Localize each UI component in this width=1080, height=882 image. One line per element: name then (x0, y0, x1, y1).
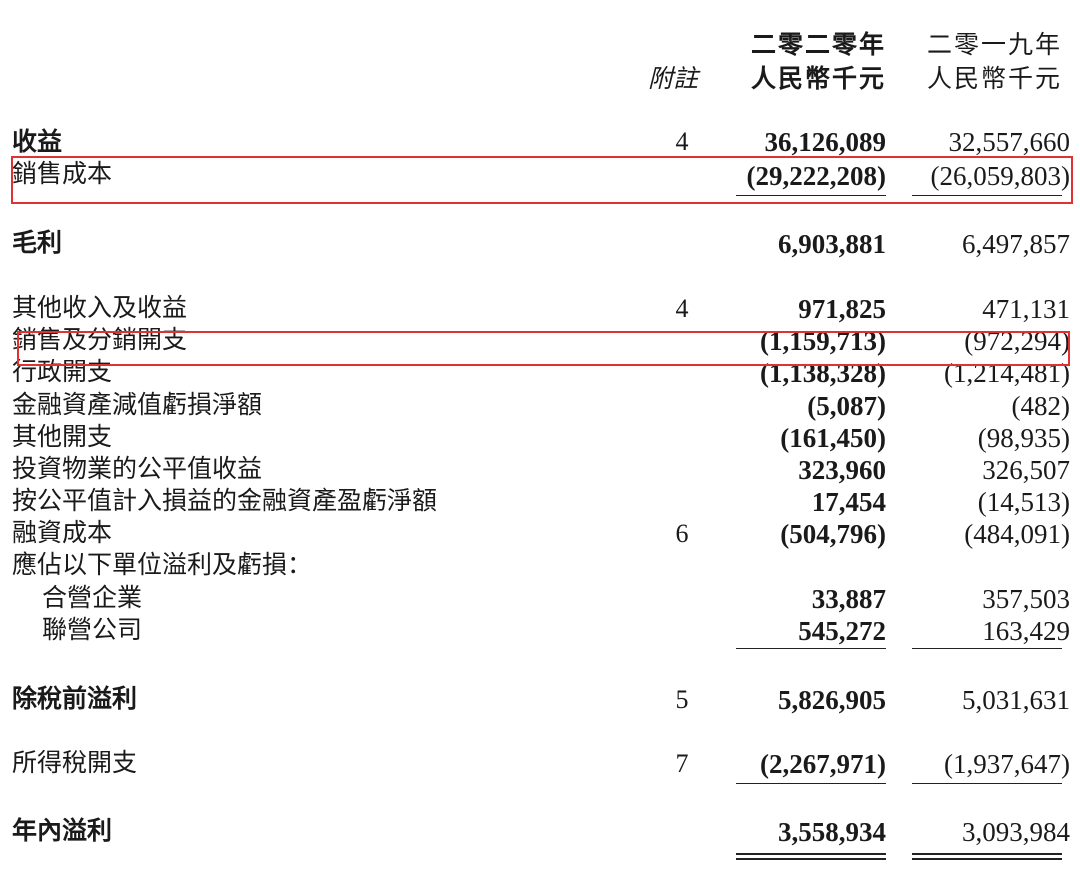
row-2019-other-income: 471,131 (982, 294, 1070, 324)
row-2019-investment-property-gain: 326,507 (982, 455, 1070, 485)
row-2019-joint-ventures: 357,503 (982, 584, 1070, 614)
row-2020-income-tax: (2,267,971) (760, 749, 886, 779)
row-2020-gross-profit: 6,903,881 (778, 229, 886, 259)
row-2020-finance-costs: (504,796) (780, 519, 886, 549)
row-2019-impairment: (482) (1011, 391, 1070, 421)
row-2019-other-expenses: (98,935) (977, 423, 1070, 453)
row-2019-profit-for-year: 3,093,984 (962, 817, 1070, 847)
row-2020-profit-before-tax: 5,826,905 (778, 685, 886, 715)
row-2019-income-tax: (1,937,647) (944, 749, 1070, 779)
total-double-rule-2019-top (912, 853, 1062, 855)
row-2019-gross-profit: 6,497,857 (962, 229, 1070, 259)
row-label-revenue: 收益 (12, 127, 63, 156)
row-label-associates: 聯營公司 (42, 615, 143, 644)
col-2019-unit-header: 人民幣千元 (926, 64, 1062, 93)
row-note-revenue: 4 (675, 127, 689, 156)
row-2019-finance-costs: (484,091) (964, 519, 1070, 549)
row-2020-other-income: 971,825 (798, 294, 886, 324)
highlight-box-cost-of-sales (11, 156, 1073, 204)
row-note-profit-before-tax: 5 (675, 685, 689, 714)
col-2020-year-header: 二零二零年 (750, 30, 886, 59)
col-2020-unit-header: 人民幣千元 (750, 64, 886, 93)
row-2020-investment-property-gain: 323,960 (798, 455, 886, 485)
highlight-box-selling-expenses (17, 331, 1070, 366)
row-note-income-tax: 7 (675, 749, 689, 778)
subtotal-rule-2019 (912, 648, 1062, 649)
row-2020-profit-for-year: 3,558,934 (778, 817, 886, 847)
row-2020-joint-ventures: 33,887 (811, 584, 886, 614)
row-2019-profit-before-tax: 5,031,631 (962, 685, 1070, 715)
row-2019-associates: 163,429 (982, 616, 1070, 646)
row-note-finance-costs: 6 (675, 519, 689, 548)
row-label-investment-property-gain: 投資物業的公平值收益 (12, 454, 263, 483)
row-label-finance-costs: 融資成本 (12, 518, 113, 547)
row-2019-fvtpl: (14,513) (977, 487, 1070, 517)
total-double-rule-2019-bottom (912, 858, 1062, 860)
row-label-other-income: 其他收入及收益 (12, 293, 188, 322)
total-double-rule-2020-top (736, 853, 886, 855)
row-label-profit-before-tax: 除稅前溢利 (12, 684, 138, 713)
row-label-gross-profit: 毛利 (12, 228, 63, 257)
row-2020-fvtpl: 17,454 (811, 487, 886, 517)
row-2020-revenue: 36,126,089 (764, 127, 887, 157)
col-2019-year-header: 二零一九年 (926, 30, 1062, 59)
row-2020-impairment: (5,087) (807, 391, 886, 421)
subtotal-rule-2020 (736, 783, 886, 784)
row-label-share-of-profits: 應佔以下單位溢利及虧損： (12, 550, 313, 579)
row-2020-other-expenses: (161,450) (780, 423, 886, 453)
row-label-fvtpl: 按公平值計入損益的金融資產盈虧淨額 (12, 486, 438, 515)
row-note-other-income: 4 (675, 294, 689, 323)
row-label-other-expenses: 其他開支 (12, 422, 113, 451)
total-double-rule-2020-bottom (736, 858, 886, 860)
subtotal-rule-2020 (736, 648, 886, 649)
row-label-impairment: 金融資產減值虧損淨額 (12, 390, 263, 419)
subtotal-rule-2019 (912, 783, 1062, 784)
row-2020-associates: 545,272 (798, 616, 886, 646)
row-label-joint-ventures: 合營企業 (42, 583, 143, 612)
row-label-income-tax: 所得稅開支 (12, 748, 138, 777)
row-2019-revenue: 32,557,660 (948, 127, 1071, 157)
row-label-profit-for-year: 年內溢利 (12, 816, 113, 845)
note-column-header: 附註 (648, 64, 699, 93)
